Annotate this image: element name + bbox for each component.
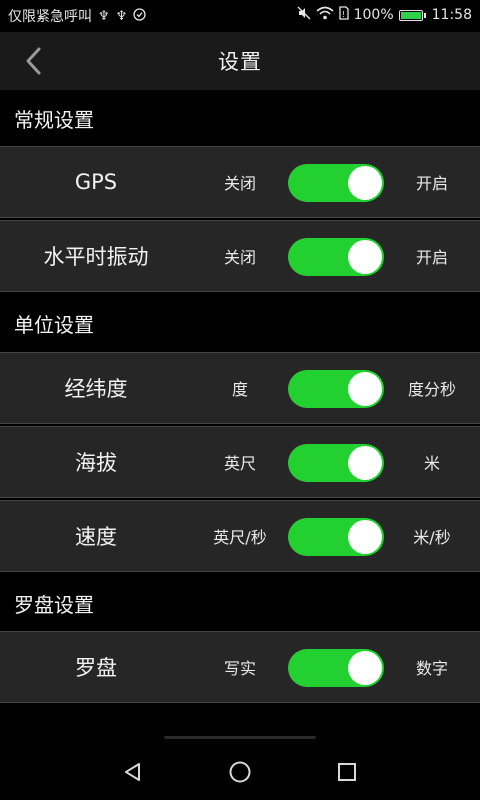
- setting-row-gps: GPS 关闭 开启: [0, 146, 480, 218]
- option-left-label: 英尺/秒: [213, 528, 267, 547]
- compass-style-toggle[interactable]: [288, 649, 384, 687]
- nav-recents-button[interactable]: [329, 754, 365, 790]
- nav-divider: [164, 736, 316, 739]
- setting-row-altitude: 海拔 英尺 米: [0, 426, 480, 498]
- option-left-label: 写实: [223, 659, 256, 678]
- section-header-compass: 罗盘设置: [0, 575, 480, 631]
- svg-text:!: !: [342, 10, 345, 19]
- carrier-text: 仅限紧急呼叫: [8, 9, 92, 25]
- option-off-label: 关闭: [223, 174, 256, 193]
- option-right-label: 度分秒: [407, 380, 456, 399]
- setting-row-level-vibration: 水平时振动 关闭 开启: [0, 220, 480, 292]
- back-triangle-icon: [125, 763, 140, 781]
- option-right-label: 数字: [415, 659, 448, 678]
- battery-percent: 100%: [353, 7, 394, 23]
- section-title: 单位设置: [14, 312, 94, 337]
- usb-icon: ♆: [98, 8, 110, 24]
- section-title: 常规设置: [14, 107, 94, 132]
- status-bar: 仅限紧急呼叫 ♆ ♆ ! 100% 11:58: [0, 0, 480, 32]
- row-label: GPS: [74, 170, 118, 194]
- row-label: 经纬度: [64, 377, 128, 401]
- toggle-knob: [348, 240, 382, 274]
- row-label: 水平时振动: [43, 245, 149, 269]
- option-off-label: 关闭: [223, 248, 256, 267]
- section-header-general: 常规设置: [0, 90, 480, 146]
- title-bar: 设置: [0, 32, 480, 90]
- chevron-left-icon: [26, 47, 41, 75]
- mute-icon: [297, 6, 311, 24]
- status-bar-right: ! 100% 11:58: [297, 6, 472, 24]
- option-left-label: 英尺: [223, 454, 256, 473]
- section-header-units: 单位设置: [0, 295, 480, 351]
- sync-icon: [133, 7, 146, 25]
- option-right-label: 米: [423, 454, 440, 473]
- row-label: 海拔: [75, 451, 117, 475]
- toggle-knob: [348, 166, 382, 200]
- usb-icon: ♆: [115, 8, 128, 24]
- wifi-icon: [316, 6, 334, 24]
- row-label: 罗盘: [75, 656, 117, 680]
- toggle-knob: [348, 520, 382, 554]
- toggle-knob: [348, 372, 382, 406]
- home-circle-icon: [229, 761, 251, 783]
- setting-row-latlng: 经纬度 度 度分秒: [0, 352, 480, 424]
- speed-unit-toggle[interactable]: [288, 518, 384, 556]
- latlng-format-toggle[interactable]: [288, 370, 384, 408]
- clock: 11:58: [431, 7, 472, 23]
- page-title: 设置: [218, 50, 262, 74]
- altitude-unit-toggle[interactable]: [288, 444, 384, 482]
- navigation-bar: [0, 736, 480, 800]
- toggle-knob: [348, 446, 382, 480]
- gps-toggle[interactable]: [288, 164, 384, 202]
- level-vibration-toggle[interactable]: [288, 238, 384, 276]
- sim-icon: !: [338, 6, 349, 24]
- toggle-knob: [348, 651, 382, 685]
- setting-row-speed: 速度 英尺/秒 米/秒: [0, 500, 480, 572]
- battery-icon: [398, 9, 426, 21]
- nav-home-button[interactable]: [222, 754, 258, 790]
- option-on-label: 开启: [415, 248, 448, 267]
- nav-back-button[interactable]: [115, 754, 151, 790]
- option-left-label: 度: [231, 380, 248, 399]
- option-on-label: 开启: [415, 174, 448, 193]
- section-title: 罗盘设置: [14, 592, 94, 617]
- option-right-label: 米/秒: [413, 528, 451, 547]
- back-button[interactable]: [18, 44, 50, 78]
- status-bar-left: 仅限紧急呼叫 ♆ ♆: [8, 6, 146, 26]
- recents-square-icon: [338, 763, 356, 781]
- setting-row-compass: 罗盘 写实 数字: [0, 631, 480, 703]
- row-label: 速度: [75, 525, 117, 549]
